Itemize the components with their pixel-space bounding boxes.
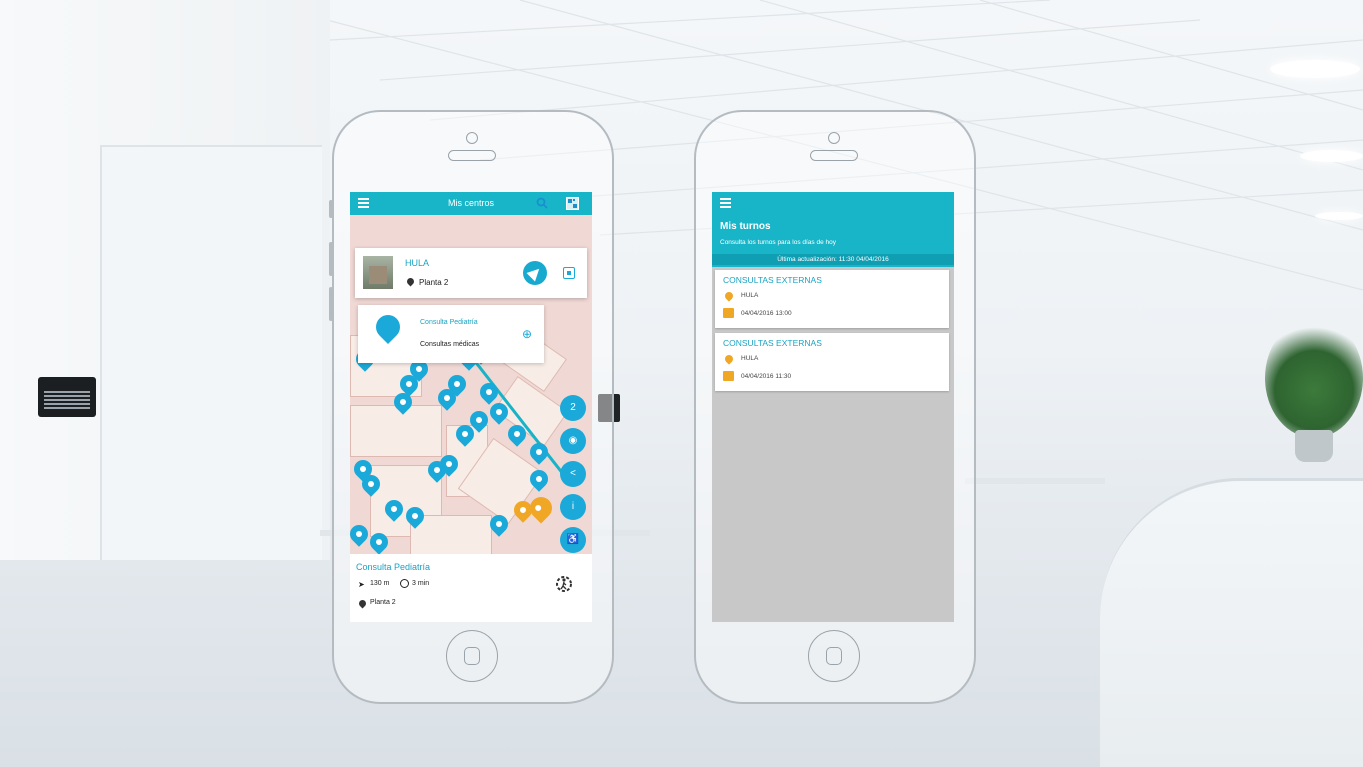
- turns-screen: Mis turnos Consulta los turnos para los …: [712, 192, 954, 622]
- qr-icon[interactable]: [566, 197, 579, 210]
- center-card[interactable]: HULA Planta 2: [355, 248, 587, 298]
- center-name: HULA: [405, 258, 430, 268]
- last-updated: Última actualización: 11:30 04/04/2016: [712, 254, 954, 265]
- turns-subtitle: Consulta los turnos para los días de hoy: [720, 239, 836, 246]
- clock-icon: [400, 579, 409, 588]
- location-pin-icon: [723, 353, 735, 365]
- card-reader: [38, 377, 96, 417]
- ceiling-light: [1315, 212, 1363, 220]
- arrow-icon: ➤: [358, 580, 365, 589]
- turn-datetime: 04/04/2016 11:30: [741, 373, 792, 380]
- turns-title: Mis turnos: [720, 221, 771, 232]
- level-badge[interactable]: 2: [560, 395, 586, 421]
- plant: [1265, 318, 1363, 438]
- phone-map: Mis centros HULA Planta 2 Consulta Pedia…: [329, 110, 614, 704]
- turn-center: HULA: [741, 355, 759, 362]
- phone-speaker: [810, 150, 858, 161]
- phone-speaker: [448, 150, 496, 161]
- search-icon[interactable]: [536, 197, 548, 209]
- reception-desk: [1100, 478, 1363, 767]
- turn-center: HULA: [741, 292, 759, 299]
- route-card[interactable]: Consulta Pediatría ➤ 130 m 3 min Planta …: [350, 554, 592, 622]
- header-title: Mis centros: [447, 198, 494, 208]
- add-favorite-icon[interactable]: ⊕: [522, 327, 532, 341]
- menu-icon[interactable]: [720, 198, 731, 209]
- poi-title: Consulta Pediatría: [420, 319, 478, 326]
- plant-pot: [1295, 430, 1333, 462]
- navigate-icon[interactable]: [523, 261, 547, 285]
- map-screen: Mis centros HULA Planta 2 Consulta Pedia…: [350, 192, 592, 622]
- route-distance: 130 m: [370, 580, 390, 587]
- route-time: 3 min: [412, 580, 430, 587]
- phone-side-button: [329, 287, 333, 321]
- share-icon[interactable]: <: [560, 461, 586, 487]
- center-thumbnail: [363, 256, 393, 289]
- user-position-pin[interactable]: [525, 492, 557, 524]
- location-pin-icon: [723, 290, 735, 302]
- calendar-icon: [723, 308, 734, 318]
- turn-datetime: 04/04/2016 13:00: [741, 310, 792, 317]
- poi-subtitle: Consultas médicas: [420, 341, 480, 348]
- turn-item[interactable]: CONSULTAS EXTERNAS HULA 04/04/2016 13:00: [715, 270, 949, 328]
- turn-service: CONSULTAS EXTERNAS: [723, 338, 822, 348]
- info-icon[interactable]: i: [560, 494, 586, 520]
- hospital-corridor-background: [0, 0, 1363, 767]
- calendar-icon: [723, 371, 734, 381]
- target-icon[interactable]: [563, 267, 575, 279]
- route-title: Consulta Pediatría: [356, 562, 431, 572]
- location-pin-icon: [357, 598, 368, 609]
- phone-side-button: [329, 242, 333, 276]
- phone-turns: Mis turnos Consulta los turnos para los …: [694, 110, 976, 704]
- wall-rail: [965, 478, 1105, 484]
- phone-camera: [828, 132, 840, 144]
- walking-icon[interactable]: [554, 574, 574, 594]
- center-floor: Planta 2: [419, 278, 449, 287]
- poi-pin-icon: [371, 310, 405, 344]
- turn-item[interactable]: CONSULTAS EXTERNAS HULA 04/04/2016 11:30: [715, 333, 949, 391]
- phone-home-button: [808, 630, 860, 682]
- phone-camera: [466, 132, 478, 144]
- ceiling-light: [1300, 150, 1363, 162]
- route-floor: Planta 2: [370, 599, 396, 606]
- app-header: Mis centros: [350, 192, 592, 215]
- location-pin-icon: [405, 276, 416, 287]
- turn-service: CONSULTAS EXTERNAS: [723, 275, 822, 285]
- turns-header: Mis turnos Consulta los turnos para los …: [712, 192, 954, 267]
- turns-list: CONSULTAS EXTERNAS HULA 04/04/2016 13:00…: [712, 267, 954, 622]
- poi-card[interactable]: Consulta Pediatría Consultas médicas ⊕: [358, 305, 544, 363]
- accessibility-icon[interactable]: ♿: [560, 527, 586, 553]
- eye-icon[interactable]: ◉: [560, 428, 586, 454]
- phone-side-button: [329, 200, 333, 218]
- ceiling-light: [1270, 60, 1360, 78]
- phone-home-button: [446, 630, 498, 682]
